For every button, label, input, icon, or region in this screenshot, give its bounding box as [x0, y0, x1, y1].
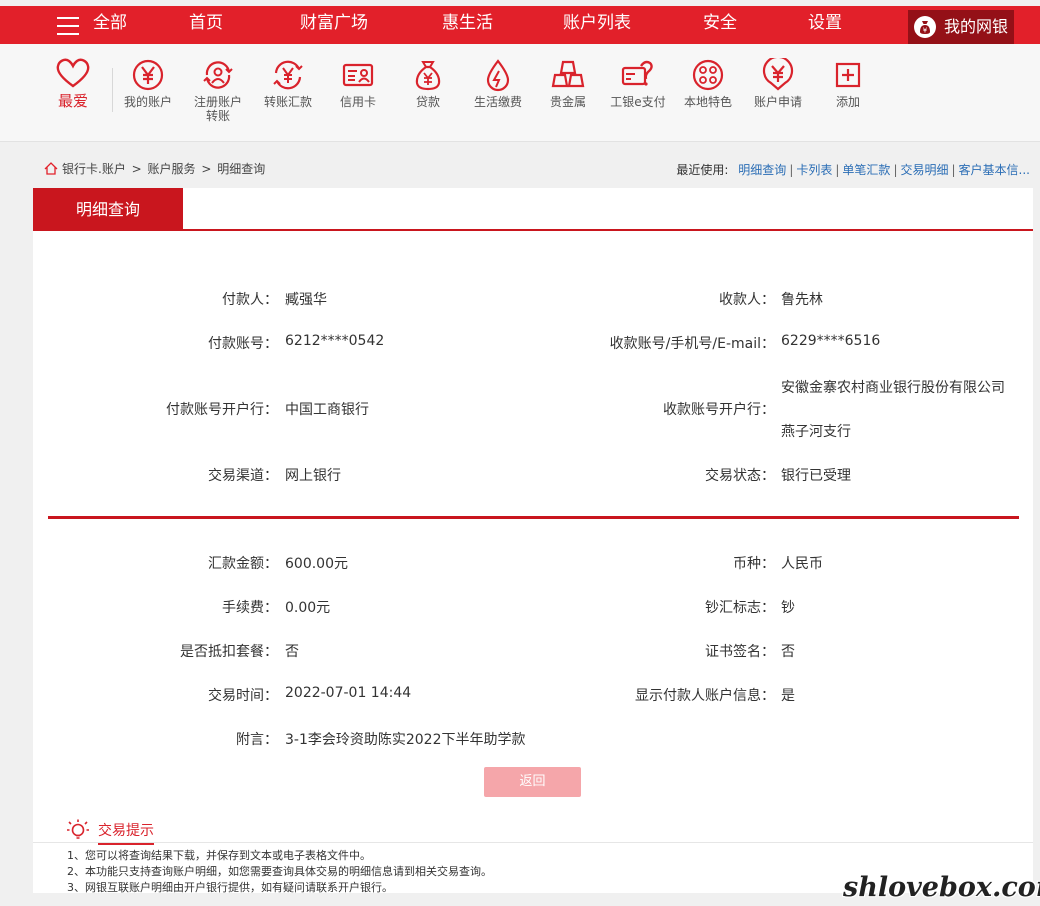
tip-line: 1、您可以将查询结果下载，并保存到文本或电子表格文件中。	[67, 849, 371, 862]
heart-icon	[56, 58, 90, 88]
quick-label: 本地特色	[683, 95, 732, 109]
quick-utilities[interactable]: 生活缴费	[463, 58, 533, 109]
quick-access-bar: 最爱 我的账户 注册账户转账 转账汇款 信用卡 贷款 生活缴费 贵金属 工银e支…	[0, 44, 1040, 142]
gold-bars-icon	[551, 60, 585, 88]
quick-label: 贵金属	[549, 95, 586, 109]
favorites-label: 最爱	[57, 92, 88, 110]
home-icon[interactable]	[44, 162, 58, 175]
nav-settings[interactable]: 设置	[808, 6, 842, 44]
recent-link[interactable]: 客户基本信...	[959, 163, 1030, 177]
quick-precious-metals[interactable]: 贵金属	[533, 58, 603, 109]
currency-value: 人民币	[781, 556, 823, 572]
credit-card-icon	[342, 63, 374, 87]
breadcrumb: 银行卡.账户 > 账户服务 > 明细查询	[44, 160, 267, 177]
account-apply-icon	[762, 58, 794, 91]
note-label: 附言：	[236, 732, 278, 748]
status-value: 银行已受理	[781, 468, 851, 484]
nav-life[interactable]: 惠生活	[442, 6, 493, 44]
utility-drop-icon	[486, 59, 510, 92]
payee-account-label: 收款账号/手机号/E-mail：	[609, 336, 775, 352]
quick-label: 信用卡	[339, 95, 376, 109]
payee-bank-label: 收款账号开户行：	[663, 402, 775, 418]
payee-bank-value: 安徽金寨农村商业银行股份有限公司	[781, 380, 1005, 396]
quick-account-apply[interactable]: 账户申请	[743, 58, 813, 109]
breadcrumb-current: 明细查询	[217, 162, 266, 176]
money-bag-icon: ¥	[914, 16, 936, 38]
recent-link[interactable]: 交易明细	[900, 163, 948, 177]
svg-text:¥: ¥	[923, 27, 928, 35]
breadcrumb-item[interactable]: 银行卡.账户	[62, 162, 126, 176]
quick-register-transfer[interactable]: 注册账户转账	[183, 58, 253, 123]
currency-label: 币种：	[733, 556, 775, 572]
quick-label: 账户申请	[753, 95, 802, 109]
nav-security[interactable]: 安全	[703, 6, 737, 44]
nav-all[interactable]: 全部	[93, 6, 127, 44]
nav-accounts[interactable]: 账户列表	[563, 6, 631, 44]
quick-local[interactable]: 本地特色	[673, 58, 743, 109]
nav-wealth[interactable]: 财富广场	[300, 6, 368, 44]
detail-panel: 明细查询 付款人： 臧强华 收款人： 鲁先林 付款账号： 6212****054…	[33, 188, 1033, 894]
add-icon	[835, 62, 861, 88]
quick-my-account[interactable]: 我的账户	[113, 58, 183, 109]
tab-detail-query[interactable]: 明细查询	[33, 188, 183, 231]
register-transfer-icon	[203, 61, 233, 89]
cash-flag-label: 钞汇标志：	[705, 600, 775, 616]
quick-label: 添加	[835, 95, 860, 109]
recent-link[interactable]: 单笔汇款	[842, 163, 890, 177]
yen-icon	[132, 59, 164, 91]
quick-label: 工银e支付	[610, 95, 666, 109]
quick-label: 我的账户	[123, 95, 172, 109]
quick-loan[interactable]: 贷款	[393, 58, 463, 109]
my-bank-button[interactable]: ¥ 我的网银	[908, 10, 1014, 44]
section-divider	[48, 516, 1019, 519]
menu-icon[interactable]	[57, 17, 79, 35]
transfer-icon	[273, 60, 303, 90]
tip-line: 2、本功能只支持查询账户明细，如您需要查询具体交易的明细信息请到相关交易查询。	[67, 865, 492, 878]
payee-bank-branch: 燕子河支行	[781, 424, 851, 440]
payee-label: 收款人：	[719, 292, 775, 308]
quick-credit-card[interactable]: 信用卡	[323, 58, 393, 109]
recent-links: 最近使用: 明细查询 | 卡列表 | 单笔汇款 | 交易明细 | 客户基本信...	[676, 163, 1030, 177]
cert-sign-value: 否	[781, 644, 795, 660]
tips-header: 交易提示	[66, 818, 196, 845]
epay-icon	[621, 60, 653, 86]
status-label: 交易状态：	[705, 468, 775, 484]
back-button[interactable]: 返回	[484, 767, 581, 797]
nav-home[interactable]: 首页	[189, 6, 223, 44]
quick-add[interactable]: 添加	[813, 58, 883, 109]
cert-sign-label: 证书签名：	[705, 644, 775, 660]
recent-label: 最近使用:	[676, 163, 729, 177]
local-icon	[692, 59, 724, 91]
favorites-button[interactable]: 最爱	[50, 58, 96, 111]
recent-link[interactable]: 卡列表	[796, 163, 832, 177]
note-value: 3-1李会玲资助陈实2022下半年助学款	[285, 732, 526, 748]
quick-label: 贷款	[415, 95, 440, 109]
recent-link[interactable]: 明细查询	[738, 163, 786, 177]
watermark: shlovebox.com	[843, 872, 1040, 903]
my-bank-label: 我的网银	[944, 17, 1009, 36]
breadcrumb-item[interactable]: 账户服务	[148, 162, 196, 176]
top-nav: 全部 首页 财富广场 惠生活 账户列表 安全 设置 ¥ 我的网银	[0, 6, 1040, 44]
lightbulb-icon	[67, 819, 89, 839]
quick-label: 注册账户转账	[193, 95, 242, 123]
breadcrumb-separator: >	[201, 162, 212, 176]
payee-account-value: 6229****6516	[781, 333, 881, 349]
quick-transfer[interactable]: 转账汇款	[253, 58, 323, 109]
quick-label: 生活缴费	[473, 95, 522, 109]
quick-epay[interactable]: 工银e支付	[603, 58, 673, 109]
payee-value: 鲁先林	[781, 292, 823, 308]
quick-label: 转账汇款	[263, 95, 312, 109]
show-payer-label: 显示付款人账户信息：	[635, 688, 775, 704]
tab-bar: 明细查询	[33, 188, 1033, 231]
tips-divider	[33, 842, 1033, 843]
loan-bag-icon	[415, 61, 441, 91]
breadcrumb-separator: >	[131, 162, 142, 176]
show-payer-value: 是	[781, 688, 795, 704]
cash-flag-value: 钞	[781, 600, 795, 616]
tip-line: 3、网银互联账户明细由开户银行提供，如有疑问请联系开户银行。	[67, 881, 393, 894]
